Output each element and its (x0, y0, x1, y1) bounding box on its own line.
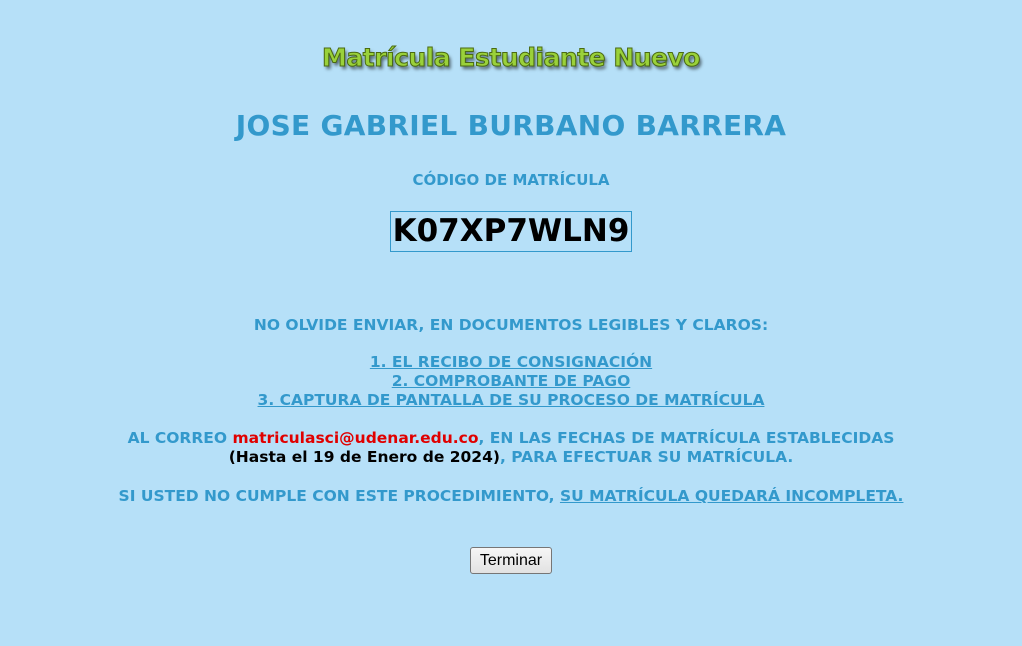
document-link-receipt[interactable]: 1. EL RECIBO DE CONSIGNACIÓN (0, 353, 1022, 372)
enrollment-code-label: CÓDIGO DE MATRÍCULA (412, 171, 610, 189)
document-link-payment-proof[interactable]: 2. COMPROBANTE DE PAGO (0, 372, 1022, 391)
incomplete-warning: SI USTED NO CUMPLE CON ESTE PROCEDIMIENT… (0, 486, 1022, 506)
documents-list: 1. EL RECIBO DE CONSIGNACIÓN 2. COMPROBA… (0, 353, 1022, 410)
documents-reminder: NO OLVIDE ENVIAR, EN DOCUMENTOS LEGIBLES… (253, 316, 769, 334)
email-instructions: AL CORREO matriculasci@udenar.edu.co, EN… (0, 429, 1022, 467)
warning-prefix: SI USTED NO CUMPLE CON ESTE PROCEDIMIENT… (118, 487, 560, 505)
page-banner-title: Matrícula Estudiante Nuevo (322, 43, 701, 73)
actions-row: Terminar (0, 547, 1022, 574)
document-link-screenshot[interactable]: 3. CAPTURA DE PANTALLA DE SU PROCESO DE … (0, 391, 1022, 410)
student-name: JOSE GABRIEL BURBANO BARRERA (235, 109, 787, 142)
warning-emphasis: SU MATRÍCULA QUEDARÁ INCOMPLETA. (559, 487, 904, 505)
finish-button[interactable]: Terminar (469, 547, 553, 574)
enrollment-code-row: K07XP7WLN9 (0, 211, 1022, 252)
deadline-suffix: , PARA EFECTUAR SU MATRÍCULA. (499, 448, 794, 466)
email-address: matriculasci@udenar.edu.co (232, 429, 479, 447)
deadline-text: (Hasta el 19 de Enero de 2024) (228, 448, 500, 466)
email-suffix: , EN LAS FECHAS DE MATRÍCULA ESTABLECIDA… (478, 429, 895, 447)
enrollment-code: K07XP7WLN9 (389, 211, 633, 252)
email-prefix: AL CORREO (127, 429, 233, 447)
